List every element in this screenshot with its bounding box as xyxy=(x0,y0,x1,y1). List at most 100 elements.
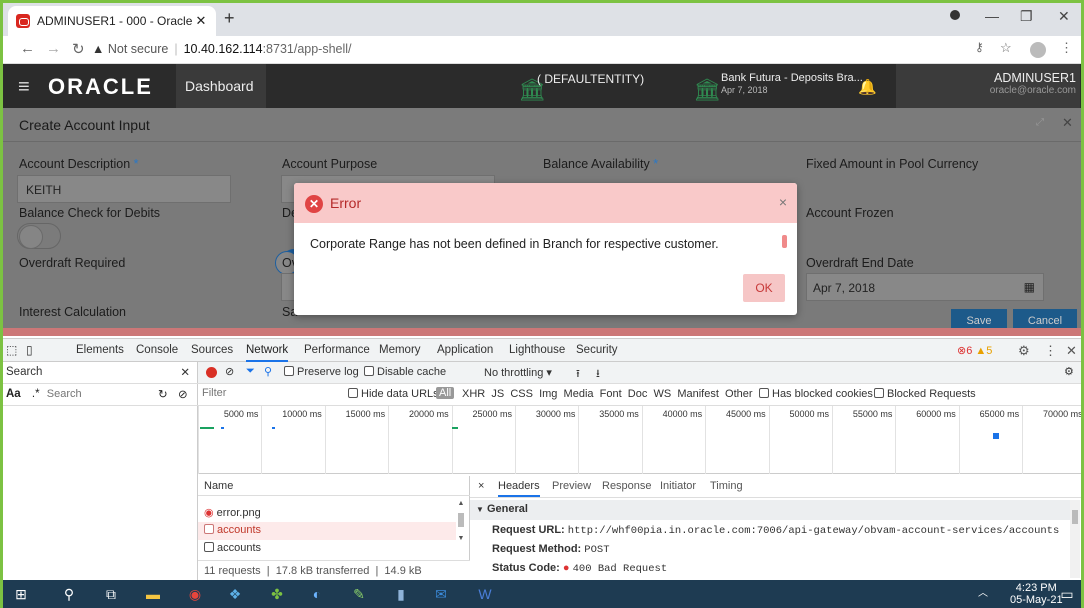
export-har-icon[interactable]: ⭳ xyxy=(596,365,600,384)
blocked-cookies-checkbox[interactable]: Has blocked cookies xyxy=(759,388,873,400)
timeline-tick: 10000 ms xyxy=(261,406,324,474)
overdraft-end-date-input[interactable]: Apr 7, 2018 ▦ xyxy=(806,273,1044,301)
search-input[interactable] xyxy=(46,388,125,400)
preserve-log-checkbox[interactable]: Preserve log xyxy=(284,366,359,378)
entity-label[interactable]: ( DEFAULTENTITY) xyxy=(537,72,644,86)
ok-button[interactable]: OK xyxy=(743,274,785,302)
expand-icon[interactable]: ⤢ xyxy=(1036,117,1044,128)
taskbar-search-icon[interactable]: ⚲ xyxy=(58,583,80,605)
menu-dots-icon[interactable]: ⋮ xyxy=(1060,40,1073,56)
maximize-icon[interactable]: ❐ xyxy=(1020,8,1033,25)
clear-icon[interactable]: ⊘ xyxy=(225,365,234,378)
balance-availability-label: Balance Availability * xyxy=(543,157,659,171)
tab-timing[interactable]: Timing xyxy=(710,480,743,492)
filter-all[interactable]: All xyxy=(436,387,455,399)
new-tab-button[interactable]: + xyxy=(224,8,235,29)
inspect-icon[interactable]: ⬚ xyxy=(6,343,17,357)
account-icon[interactable] xyxy=(1030,42,1046,58)
word-icon[interactable]: W xyxy=(474,583,496,605)
hide-data-urls-checkbox[interactable]: Hide data URLs xyxy=(348,388,439,400)
tab-network[interactable]: Network xyxy=(246,344,289,362)
search-close-icon[interactable]: ✕ xyxy=(180,365,190,379)
app-icon[interactable]: ❖ xyxy=(224,583,246,605)
name-column-header[interactable]: Name xyxy=(198,476,470,496)
general-section[interactable]: ▼ General xyxy=(470,500,1070,520)
tab-lighthouse[interactable]: Lighthouse xyxy=(509,344,565,356)
regex-button[interactable]: .* xyxy=(32,388,40,400)
file-explorer-icon[interactable]: ▬ xyxy=(142,583,164,605)
edge-icon[interactable]: ◐ xyxy=(306,583,328,605)
close-window-icon[interactable]: ✕ xyxy=(1058,8,1070,25)
throttling-select[interactable]: No throttling ▾ xyxy=(484,366,552,379)
tab-initiator[interactable]: Initiator xyxy=(660,480,696,492)
device-icon[interactable]: ▯ xyxy=(26,343,33,357)
profile-icon[interactable] xyxy=(950,10,960,20)
details-scrollbar[interactable] xyxy=(1070,500,1080,578)
tab-console[interactable]: Console xyxy=(136,344,178,356)
tab-application[interactable]: Application xyxy=(437,344,493,356)
tab-security[interactable]: Security xyxy=(576,344,618,356)
match-case-button[interactable]: Aa xyxy=(6,388,21,400)
timeline-tick: 70000 ms xyxy=(1022,406,1084,474)
filter-icon[interactable]: ⏷ xyxy=(246,365,255,378)
url-bar[interactable]: ▲ Not secure | 10.40.162.114:8731/app-shel… xyxy=(92,42,352,56)
hamburger-icon[interactable]: ≡ xyxy=(18,76,30,99)
tray-chevron-icon[interactable]: ︿ xyxy=(972,583,994,605)
chrome-icon[interactable]: ◉ xyxy=(184,583,206,605)
account-description-input[interactable]: KEITH xyxy=(17,175,231,203)
import-har-icon[interactable]: ⭱ xyxy=(576,365,580,384)
app-icon-4[interactable]: ▮ xyxy=(390,583,412,605)
dashboard-tab[interactable]: Dashboard xyxy=(176,64,266,108)
forward-icon[interactable]: → xyxy=(46,40,61,57)
back-icon[interactable]: ← xyxy=(20,40,35,57)
key-icon[interactable]: ⚷ xyxy=(975,40,984,54)
minimize-icon[interactable]: — xyxy=(985,8,999,24)
details-close-icon[interactable]: × xyxy=(478,480,484,492)
dialog-close-icon[interactable]: × xyxy=(779,194,787,210)
network-settings-icon[interactable]: ⚙ xyxy=(1064,365,1074,378)
record-icon[interactable] xyxy=(206,367,217,378)
form-title-bar: Create Account Input xyxy=(0,108,1084,142)
tab-headers[interactable]: Headers xyxy=(498,480,540,497)
request-row-accounts-failed[interactable]: accounts xyxy=(198,522,456,540)
clock[interactable]: 4:23 PM 05-May-21 xyxy=(1010,582,1063,606)
app-icon-3[interactable]: ✎ xyxy=(348,583,370,605)
balance-check-label: Balance Check for Debits xyxy=(19,206,161,220)
tab-response[interactable]: Response xyxy=(602,480,652,492)
notification-icon[interactable]: ▭ xyxy=(1056,583,1078,605)
start-icon[interactable]: ⊞ xyxy=(10,583,32,605)
clear-search-icon[interactable]: ⊘ xyxy=(178,387,188,401)
tab-sources[interactable]: Sources xyxy=(191,344,233,356)
balance-check-toggle[interactable] xyxy=(17,223,61,249)
app-icon-2[interactable]: ✤ xyxy=(266,583,288,605)
outlook-icon[interactable]: ✉ xyxy=(430,583,452,605)
request-list-scrollbar[interactable]: ▲ ▼ xyxy=(456,500,466,558)
settings-gear-icon[interactable]: ⚙ xyxy=(1018,343,1030,359)
refresh-search-icon[interactable]: ↻ xyxy=(158,387,168,401)
tab-close-icon[interactable]: ✕ xyxy=(194,13,208,29)
request-row-accounts[interactable]: accounts xyxy=(198,540,456,558)
issue-counter[interactable]: ⊗6 ▲5 xyxy=(957,344,992,357)
tab-preview[interactable]: Preview xyxy=(552,480,591,492)
filter-input[interactable] xyxy=(202,387,322,399)
branch-selector[interactable]: Bank Futura - Deposits Bra... Apr 7, 201… xyxy=(721,72,863,96)
user-menu[interactable]: ADMINUSER1 oracle@oracle.com xyxy=(896,64,1080,108)
tab-performance[interactable]: Performance xyxy=(304,344,370,356)
filter-types[interactable]: XHR JS CSS Img Media Font Doc WS Manifes… xyxy=(462,388,753,400)
more-options-icon[interactable]: ⋮ xyxy=(1044,343,1057,359)
tab-elements[interactable]: Elements xyxy=(76,344,124,356)
disable-cache-checkbox[interactable]: Disable cache xyxy=(364,366,446,378)
search-network-icon[interactable]: ⚲ xyxy=(264,365,272,378)
form-close-icon[interactable]: ✕ xyxy=(1062,115,1073,131)
calendar-icon[interactable]: ▦ xyxy=(1024,280,1035,294)
star-icon[interactable]: ☆ xyxy=(1000,40,1012,56)
timeline-tick: 25000 ms xyxy=(451,406,515,474)
task-view-icon[interactable]: ⧉ xyxy=(100,583,122,605)
tab-memory[interactable]: Memory xyxy=(379,344,421,356)
request-row-error-png[interactable]: ◉ error.png xyxy=(198,504,456,522)
browser-tab[interactable]: ADMINUSER1 - 000 - Oracle Ban ✕ xyxy=(8,6,216,36)
bell-icon[interactable]: 🔔 xyxy=(858,78,877,96)
close-devtools-icon[interactable]: ✕ xyxy=(1066,343,1077,359)
reload-icon[interactable]: ↻ xyxy=(72,40,85,58)
blocked-requests-checkbox[interactable]: Blocked Requests xyxy=(874,388,976,400)
